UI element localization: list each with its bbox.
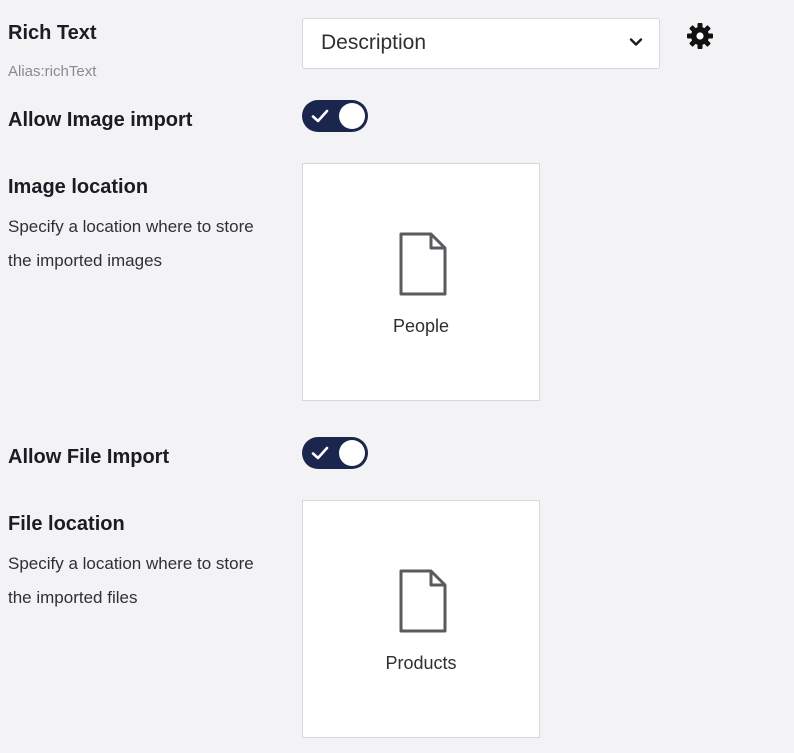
chevron-down-icon [629,38,643,46]
check-icon [311,446,329,460]
rich-text-alias: Alias:richText [8,63,97,80]
document-icon [399,569,447,633]
allow-image-import-row: Allow Image import [0,100,794,150]
file-location-description: Specify a location where to store the im… [8,554,254,607]
file-location-node-name: Products [385,653,457,673]
check-icon [311,109,329,123]
file-location-node[interactable]: Products [312,510,530,728]
allow-file-import-label: Allow File Import [8,446,170,468]
image-location-description: Specify a location where to store the im… [8,217,254,270]
document-icon [399,232,447,296]
file-location-picker[interactable]: Products [302,500,540,738]
allow-image-import-label: Allow Image import [8,109,193,131]
image-location-row: Image location Specify a location where … [0,150,794,410]
allow-image-import-toggle[interactable] [302,100,368,132]
rich-text-label: Rich Text [8,22,97,44]
gear-icon[interactable] [686,22,714,50]
image-location-node[interactable]: People [312,173,530,391]
file-location-row: File location Specify a location where t… [0,487,794,753]
rich-text-select-value: Description [321,31,427,54]
file-location-label: File location [8,513,125,535]
rich-text-select[interactable]: Description [302,18,660,69]
image-location-picker[interactable]: People [302,163,540,401]
image-location-node-name: People [392,316,450,336]
allow-file-import-toggle[interactable] [302,437,368,469]
allow-file-import-row: Allow File Import [0,437,794,487]
toggle-knob [339,103,365,129]
toggle-knob [339,440,365,466]
rich-text-row: Rich Text Alias:richText Description [0,0,794,100]
image-location-label: Image location [8,176,149,198]
